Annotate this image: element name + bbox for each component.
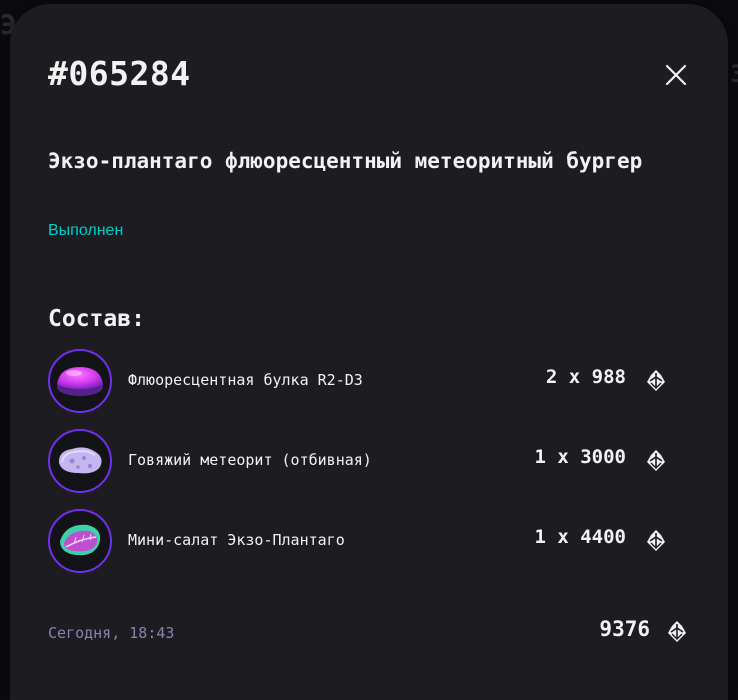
ingredient-name: Говяжий метеорит (отбивная) [128, 451, 372, 469]
ingredient-price: 1 x 4400 [534, 526, 626, 548]
ingredient-item: Говяжий метеорит (отбивная) 1 x 3000 [48, 429, 668, 493]
order-total: 9376 [599, 617, 650, 641]
order-status: Выполнен [48, 222, 124, 239]
order-details-modal: #065284 Экзо-плантаго флюоресцентный мет… [10, 4, 728, 700]
currency-icon [647, 530, 665, 551]
ingredient-image [48, 349, 112, 413]
beef-meteorite-icon [58, 447, 102, 474]
currency-icon [647, 370, 665, 391]
ingredient-price: 2 x 988 [545, 366, 626, 388]
ingredient-image [48, 429, 112, 493]
ingredient-item: Флюоресцентная булка R2-D3 2 x 988 [48, 349, 668, 413]
currency-icon [668, 621, 686, 642]
order-number: #065284 [48, 54, 191, 93]
ingredient-item: Мини-салат Экзо-Плантаго 1 x 4400 [48, 509, 668, 573]
order-date: Сегодня, 18:43 [48, 624, 175, 642]
close-icon [665, 64, 687, 86]
background-fragment: З [730, 60, 738, 88]
ingredients-title: Состав: [48, 306, 145, 332]
ingredient-image [48, 509, 112, 573]
ingredient-name: Флюоресцентная булка R2-D3 [128, 371, 363, 389]
burger-name: Экзо-плантаго флюоресцентный метеоритный… [48, 149, 643, 173]
ingredient-name: Мини-салат Экзо-Плантаго [128, 531, 345, 549]
ingredient-price: 1 x 3000 [534, 446, 626, 468]
close-button[interactable] [662, 61, 690, 89]
mini-salad-icon [60, 524, 101, 556]
fluorescent-bun-icon [57, 367, 103, 396]
currency-icon [647, 450, 665, 471]
